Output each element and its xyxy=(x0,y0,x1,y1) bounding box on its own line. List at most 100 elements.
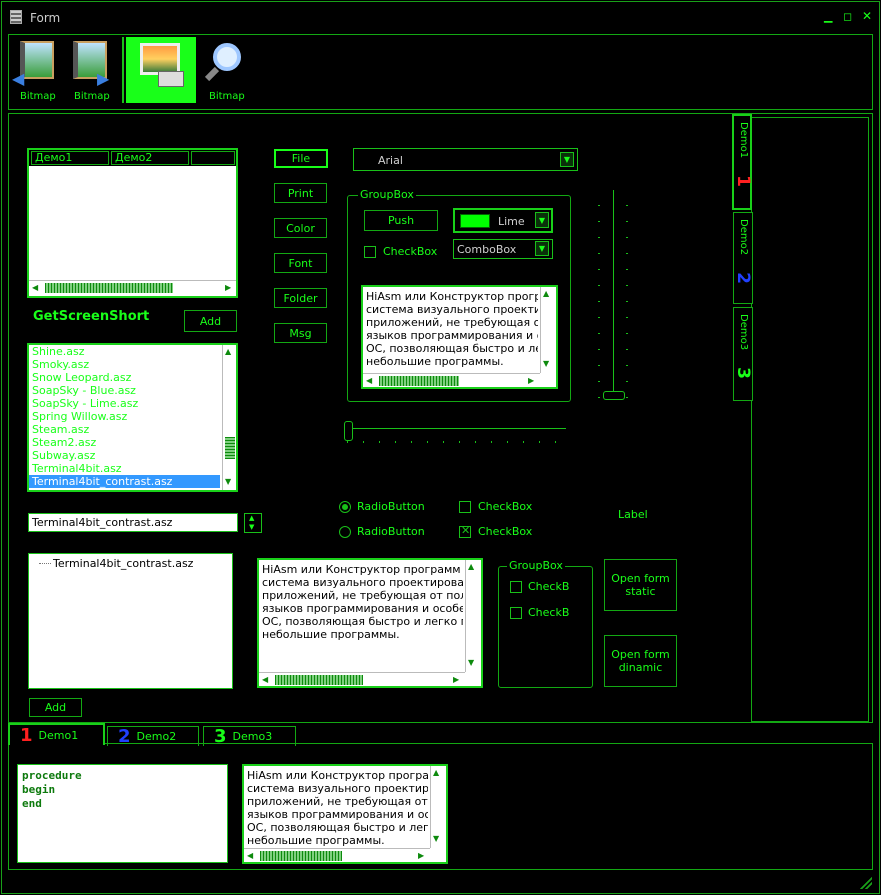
chevron-down-icon[interactable]: ▼ xyxy=(535,241,549,256)
list-item[interactable]: Terminal4bit.asz xyxy=(29,462,220,475)
scroll-left-icon[interactable]: ◀ xyxy=(247,851,253,861)
resize-grip-icon[interactable] xyxy=(860,877,872,889)
chevron-down-icon[interactable]: ▼ xyxy=(535,212,549,228)
list-item[interactable]: Subway.asz xyxy=(29,449,220,462)
maximize-icon[interactable]: ◻ xyxy=(843,10,852,23)
memo-3[interactable]: HiAsm или Конструктор программ этсистема… xyxy=(242,764,448,864)
column-header-3[interactable] xyxy=(191,151,235,165)
font-button[interactable]: Font xyxy=(274,253,327,273)
list-view-hscroll[interactable]: ◀ ▶ xyxy=(29,280,236,294)
list-item[interactable]: Snow Leopard.asz xyxy=(29,371,220,384)
scroll-up-icon[interactable]: ▲ xyxy=(225,347,231,357)
scroll-thumb[interactable] xyxy=(260,851,342,861)
spin-buttons[interactable]: ▲ ▼ xyxy=(244,513,262,533)
groupbox-2-check-2[interactable] xyxy=(510,607,522,619)
memo-3-hscroll[interactable]: ◀ ▶ xyxy=(244,848,430,862)
folder-button[interactable]: Folder xyxy=(274,288,327,308)
list-item[interactable]: Smoky.asz xyxy=(29,358,220,371)
add-tree-button[interactable]: Add xyxy=(29,698,82,717)
add-button[interactable]: Add xyxy=(184,310,237,332)
tree-view[interactable]: Terminal4bit_contrast.asz xyxy=(28,553,233,689)
print-button[interactable]: Print xyxy=(274,183,327,203)
open-form-static-button[interactable]: Open form static xyxy=(604,559,677,611)
scroll-thumb[interactable] xyxy=(45,283,173,293)
scroll-right-icon[interactable]: ▶ xyxy=(225,283,231,293)
memo-gb1-hscroll[interactable]: ◀ ▶ xyxy=(363,373,540,387)
chevron-down-icon[interactable]: ▼ xyxy=(560,152,574,167)
scroll-thumb[interactable] xyxy=(275,675,363,685)
scroll-down-icon[interactable]: ▼ xyxy=(433,834,439,844)
list-view[interactable]: Демо1 Демо2 ◀ ▶ xyxy=(27,148,238,298)
list-item[interactable]: Steam.asz xyxy=(29,423,220,436)
vtab-demo1[interactable]: Demo1 1 xyxy=(732,114,753,210)
tab-demo3[interactable]: 3 Demo3 xyxy=(203,726,296,747)
file-list-vscroll[interactable]: ▲ ▼ xyxy=(222,345,236,490)
push-button[interactable]: Push xyxy=(364,210,438,231)
memo-gb1-vscroll[interactable]: ▲ ▼ xyxy=(540,287,554,373)
vtab-demo3[interactable]: Demo3 3 xyxy=(733,307,753,401)
combobox-gb1[interactable]: ComboBox ▼ xyxy=(453,239,553,259)
scroll-right-icon[interactable]: ▶ xyxy=(528,376,534,386)
memo-2-hscroll[interactable]: ◀ ▶ xyxy=(259,672,465,686)
scroll-up-icon[interactable]: ▲ xyxy=(468,562,474,572)
spin-up-icon[interactable]: ▲ xyxy=(249,514,254,522)
memo-gb1[interactable]: HiAsm или Конструктор программ это псист… xyxy=(361,285,558,389)
list-item[interactable]: SoapSky - Blue.asz xyxy=(29,384,220,397)
toolbar-button-1[interactable]: ◀ Bitmap xyxy=(10,37,62,105)
minimize-icon[interactable]: ▁ xyxy=(824,10,832,23)
trackbar-thumb[interactable] xyxy=(344,421,353,441)
scroll-up-icon[interactable]: ▲ xyxy=(433,768,439,778)
font-combo[interactable]: Arial ▼ xyxy=(353,148,578,171)
file-list[interactable]: Shine.asz Smoky.asz Snow Leopard.asz SoapSk… xyxy=(27,343,238,492)
checkbox-gb1[interactable] xyxy=(364,246,376,258)
column-header-1[interactable]: Демо1 xyxy=(31,151,109,165)
color-combo[interactable]: Lime ▼ xyxy=(453,208,553,233)
scroll-right-icon[interactable]: ▶ xyxy=(453,675,459,685)
list-item[interactable]: Shine.asz xyxy=(29,345,220,358)
tab-demo2[interactable]: 2 Demo2 xyxy=(107,726,199,747)
vertical-trackbar[interactable] xyxy=(598,188,628,404)
file-button[interactable]: File xyxy=(274,149,328,168)
groupbox-2-check-1[interactable] xyxy=(510,581,522,593)
tab-demo1[interactable]: 1 Demo1 xyxy=(8,723,105,746)
scroll-thumb[interactable] xyxy=(379,376,459,386)
trackbar-thumb[interactable] xyxy=(603,391,625,400)
checkbox-1[interactable] xyxy=(459,501,471,513)
list-item[interactable]: Terminal4bit_contrast.asz xyxy=(29,475,220,488)
radio-2[interactable] xyxy=(339,526,351,538)
memo-2[interactable]: HiAsm или Конструктор программ это псист… xyxy=(257,558,483,688)
memo-2-vscroll[interactable]: ▲ ▼ xyxy=(465,560,479,672)
toolbar-button-4[interactable]: Bitmap xyxy=(199,37,251,105)
vtab-demo2[interactable]: Demo2 2 xyxy=(733,212,753,304)
horizontal-trackbar[interactable] xyxy=(343,420,568,444)
toolbar-button-print[interactable] xyxy=(126,37,196,103)
scroll-down-icon[interactable]: ▼ xyxy=(468,658,474,668)
scroll-thumb[interactable] xyxy=(225,437,235,459)
msg-button[interactable]: Msg xyxy=(274,323,327,343)
scroll-left-icon[interactable]: ◀ xyxy=(32,283,38,293)
scroll-left-icon[interactable]: ◀ xyxy=(366,376,372,386)
toolbar-button-label: Bitmap xyxy=(209,91,245,102)
radio-1[interactable] xyxy=(339,501,351,513)
close-icon[interactable]: ✕ xyxy=(862,9,872,23)
scroll-up-icon[interactable]: ▲ xyxy=(543,289,549,299)
color-button[interactable]: Color xyxy=(274,218,327,238)
open-form-dinamic-button[interactable]: Open form dinamic xyxy=(604,635,677,687)
toolbar-button-2[interactable]: ▶ Bitmap xyxy=(65,37,117,105)
scroll-right-icon[interactable]: ▶ xyxy=(418,851,424,861)
tree-item[interactable]: Terminal4bit_contrast.asz xyxy=(53,557,193,570)
title-bar[interactable]: Form ▁ ◻ ✕ xyxy=(2,2,879,32)
file-name-field[interactable]: Terminal4bit_contrast.asz xyxy=(28,513,238,532)
code-editor[interactable]: procedure begin end xyxy=(17,764,228,863)
list-item[interactable]: SoapSky - Lime.asz xyxy=(29,397,220,410)
spin-down-icon[interactable]: ▼ xyxy=(249,523,254,531)
list-item[interactable]: Steam2.asz xyxy=(29,436,220,449)
column-header-2[interactable]: Демо2 xyxy=(111,151,189,165)
scroll-left-icon[interactable]: ◀ xyxy=(262,675,268,685)
scroll-down-icon[interactable]: ▼ xyxy=(225,477,231,487)
checkbox-2[interactable]: ✕ xyxy=(459,524,471,538)
scroll-down-icon[interactable]: ▼ xyxy=(543,359,549,369)
list-item[interactable]: Spring Willow.asz xyxy=(29,410,220,423)
list-item[interactable]: TileTerm.asz xyxy=(29,488,220,490)
memo-3-vscroll[interactable]: ▲ ▼ xyxy=(430,766,444,848)
